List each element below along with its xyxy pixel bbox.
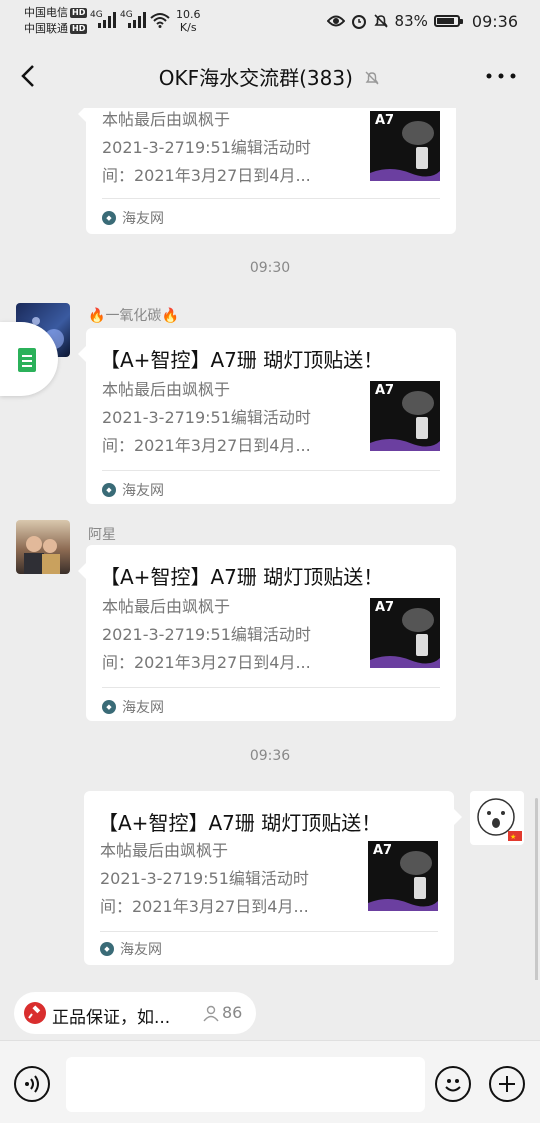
group-notice-bar: 正品保证，如... 86 [0, 980, 540, 1040]
card-description: 本帖最后由飒枫于 2021-3-2719:51编辑活动时 间：2021年3月27日到… [100, 841, 309, 916]
signal-icon [98, 12, 116, 28]
source-icon: ◆ [102, 700, 116, 714]
person-icon [203, 1005, 219, 1021]
status-bar: 中国电信 HD 中国联通 HD 4G 4G 10.6 K/s 83% 09:36 [0, 0, 540, 44]
notice-pill[interactable]: 正品保证，如... 86 [14, 992, 256, 1034]
scrollbar[interactable] [535, 798, 538, 983]
card-source: ◆ 海友网 [100, 939, 162, 959]
eye-icon [326, 15, 345, 27]
card-title: 【A+智控】A7珊 瑚灯顶贴送！ [100, 348, 384, 372]
emoji-icon [445, 1079, 461, 1092]
svg-text:★: ★ [510, 833, 516, 841]
card-source: ◆ 海友网 [102, 208, 164, 228]
sender-name: 阿星 [88, 527, 116, 543]
card-description: 本帖最后由飒枫于 2021-3-2719:51编辑活动时 间：2021年3月27日到… [102, 380, 311, 455]
chat-title: OKF海水交流群(383) [0, 62, 540, 91]
sender-name: 🔥一氧化碳🔥 [88, 308, 179, 324]
clock: 09:36 [471, 11, 518, 31]
link-card[interactable]: 本帖最后由飒枫于 2021-3-2719:51编辑活动时 间：2021年3月27日到… [78, 108, 456, 234]
avatar[interactable]: ★ [470, 791, 524, 845]
card-title: 【A+智控】A7珊 瑚灯顶贴送！ [100, 565, 384, 589]
hammer-icon [24, 1002, 46, 1024]
message-input[interactable] [66, 1057, 425, 1112]
source-icon: ◆ [102, 483, 116, 497]
card-source: ◆ 海友网 [102, 480, 164, 500]
link-card[interactable]: 【A+智控】A7珊 瑚灯顶贴送！ 本帖最后由飒枫于 2021-3-2719:51编… [84, 791, 462, 965]
mute-bell-icon [373, 14, 388, 28]
source-icon: ◆ [100, 942, 114, 956]
notice-count: 86 [202, 1003, 242, 1022]
card-thumbnail: A7 [370, 111, 440, 181]
battery-icon [433, 15, 463, 27]
chat-area[interactable]: 本帖最后由飒枫于 2021-3-2719:51编辑活动时 间：2021年3月27日到… [0, 108, 540, 980]
voice-button[interactable] [14, 1066, 50, 1102]
card-source: ◆ 海友网 [102, 697, 164, 717]
wifi-icon [150, 13, 170, 28]
card-description: 本帖最后由飒枫于 2021-3-2719:51编辑活动时 间：2021年3月27日到… [102, 110, 311, 185]
alarm-icon [351, 15, 366, 29]
link-card[interactable]: 【A+智控】A7珊 瑚灯顶贴送！ 本帖最后由飒枫于 2021-3-2719:51编… [78, 328, 456, 504]
carrier-1: 中国电信 HD [24, 6, 88, 19]
plus-icon [499, 1076, 515, 1092]
status-right: 83% 09:36 [326, 10, 518, 32]
carrier-2: 中国联通 HD [24, 22, 88, 35]
avatar[interactable] [16, 520, 70, 574]
card-description: 本帖最后由飒枫于 2021-3-2719:51编辑活动时 间：2021年3月27日到… [102, 597, 311, 672]
timestamp: 09:36 [249, 748, 291, 764]
more-options-icon[interactable] [484, 64, 518, 88]
add-button[interactable] [489, 1066, 525, 1102]
link-card[interactable]: 【A+智控】A7珊 瑚灯顶贴送！ 本帖最后由飒枫于 2021-3-2719:51编… [78, 545, 456, 721]
source-icon: ◆ [102, 211, 116, 225]
voice-icon [25, 1075, 39, 1093]
signal-icon [128, 12, 146, 28]
notice-text: 正品保证，如... [52, 1008, 171, 1028]
card-thumbnail: A7 [370, 381, 440, 451]
mute-bell-icon [365, 71, 379, 85]
card-thumbnail: A7 [368, 841, 438, 911]
document-icon [18, 348, 36, 372]
card-title: 【A+智控】A7珊 瑚灯顶贴送！ [98, 811, 382, 835]
battery-percent: 83% [394, 12, 428, 30]
input-bar [0, 1040, 540, 1123]
emoji-button[interactable] [435, 1066, 471, 1102]
card-thumbnail: A7 [370, 598, 440, 668]
chat-header: OKF海水交流群(383) [0, 44, 540, 108]
network-speed: 10.6 K/s [176, 8, 201, 34]
timestamp: 09:30 [249, 260, 291, 276]
